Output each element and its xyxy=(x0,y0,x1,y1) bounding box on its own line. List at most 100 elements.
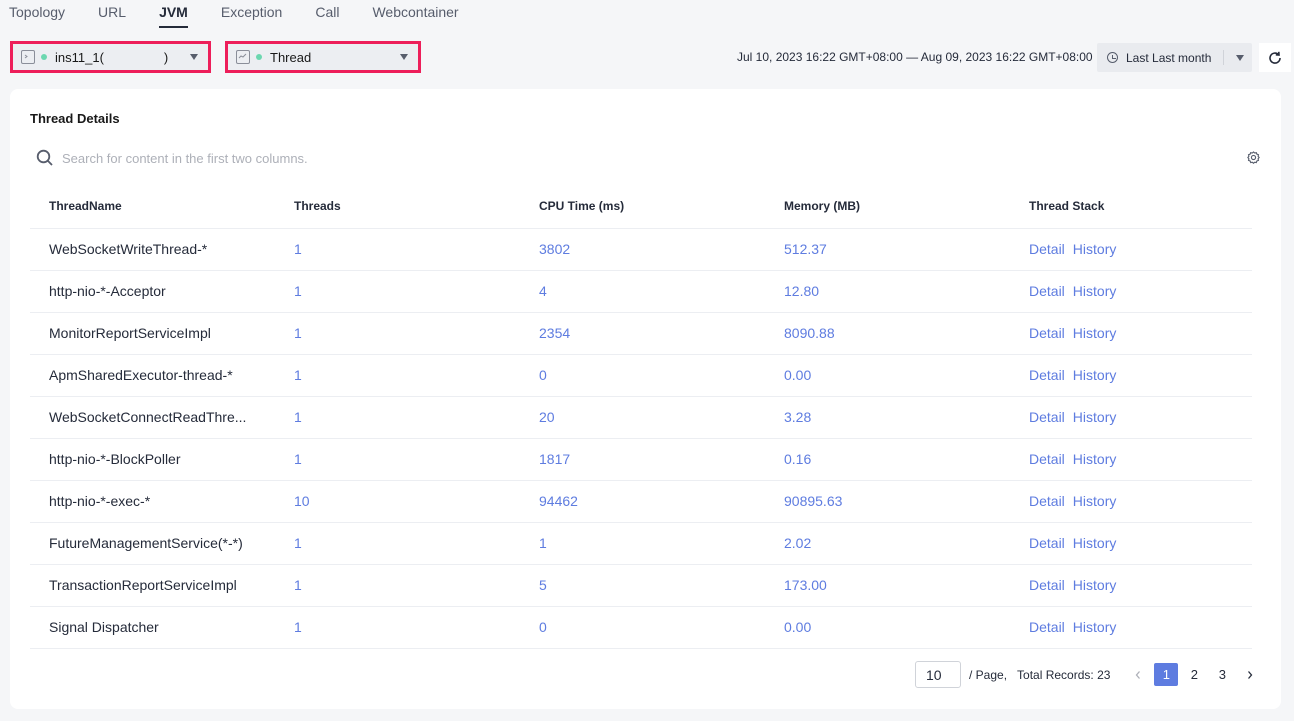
tab-jvm[interactable]: JVM xyxy=(159,0,188,28)
thread-name-cell: Signal Dispatcher xyxy=(30,606,275,649)
table-row: WebSocketConnectReadThre... 1 20 3.28 Detail… xyxy=(30,396,1252,439)
page-size-select[interactable]: 10 xyxy=(915,661,961,688)
per-page-label: / Page, xyxy=(969,667,1008,682)
detail-link[interactable]: Detail xyxy=(1029,367,1065,383)
terminal-icon xyxy=(21,50,35,64)
time-period-select[interactable]: Last Last month xyxy=(1097,43,1252,72)
metric-select[interactable]: Thread xyxy=(225,41,421,73)
cpu-time-cell[interactable]: 1817 xyxy=(520,438,765,481)
history-link[interactable]: History xyxy=(1073,367,1117,383)
threads-cell[interactable]: 1 xyxy=(275,396,520,439)
chevron-right-icon xyxy=(1248,670,1253,679)
page-2-button[interactable]: 2 xyxy=(1182,663,1206,686)
instance-name: ins11_1( xyxy=(55,49,104,65)
cpu-time-cell[interactable]: 5 xyxy=(520,564,765,607)
card-title: Thread Details xyxy=(30,111,120,126)
status-dot xyxy=(41,54,47,60)
tab-webcontainer[interactable]: Webcontainer xyxy=(372,0,458,28)
detail-link[interactable]: Detail xyxy=(1029,535,1065,551)
cpu-time-cell[interactable]: 0 xyxy=(520,606,765,649)
detail-link[interactable]: Detail xyxy=(1029,325,1065,341)
history-link[interactable]: History xyxy=(1073,241,1117,257)
cpu-time-cell[interactable]: 20 xyxy=(520,396,765,439)
tab-topology[interactable]: Topology xyxy=(9,0,65,28)
detail-link[interactable]: Detail xyxy=(1029,619,1065,635)
threads-cell[interactable]: 1 xyxy=(275,312,520,355)
table-row: ApmSharedExecutor-thread-* 1 0 0.00 Detail Hi… xyxy=(30,354,1252,397)
column-header-threadname[interactable]: ThreadName xyxy=(30,185,275,229)
instance-select[interactable]: ins11_1( ) xyxy=(10,41,211,73)
detail-link[interactable]: Detail xyxy=(1029,577,1065,593)
divider xyxy=(1223,50,1225,65)
cpu-time-cell[interactable]: 4 xyxy=(520,270,765,313)
threads-cell[interactable]: 10 xyxy=(275,480,520,523)
thread-table: ThreadName Threads CPU Time (ms) Memory … xyxy=(30,185,1252,649)
search-input[interactable] xyxy=(62,150,562,166)
memory-cell[interactable]: 0.00 xyxy=(765,354,1010,397)
detail-link[interactable]: Detail xyxy=(1029,451,1065,467)
cpu-time-cell[interactable]: 3802 xyxy=(520,228,765,271)
chevron-left-icon xyxy=(1136,670,1141,679)
instance-name-suffix: ) xyxy=(163,49,169,65)
clock-icon xyxy=(1107,52,1118,63)
pagination: 10 / Page, Total Records: 23 1 2 3 xyxy=(915,661,1262,688)
page-3-button[interactable]: 3 xyxy=(1210,663,1234,686)
detail-link[interactable]: Detail xyxy=(1029,241,1065,257)
column-header-threads[interactable]: Threads xyxy=(275,185,520,229)
table-row: WebSocketWriteThread-* 1 3802 512.37 Detail H… xyxy=(30,228,1252,271)
cpu-time-cell[interactable]: 1 xyxy=(520,522,765,565)
history-link[interactable]: History xyxy=(1073,535,1117,551)
threads-cell[interactable]: 1 xyxy=(275,354,520,397)
history-link[interactable]: History xyxy=(1073,283,1117,299)
prev-page-button[interactable] xyxy=(1126,663,1150,686)
memory-cell[interactable]: 0.16 xyxy=(765,438,1010,481)
next-page-button[interactable] xyxy=(1238,663,1262,686)
history-link[interactable]: History xyxy=(1073,577,1117,593)
cpu-time-cell[interactable]: 0 xyxy=(520,354,765,397)
tab-url[interactable]: URL xyxy=(98,0,126,28)
thread-name-cell: WebSocketConnectReadThre... xyxy=(30,396,275,439)
monitor-chart-icon xyxy=(236,50,250,64)
memory-cell[interactable]: 90895.63 xyxy=(765,480,1010,523)
tab-bar: Topology URL JVM Exception Call Webconta… xyxy=(0,0,483,32)
threads-cell[interactable]: 1 xyxy=(275,564,520,607)
threads-cell[interactable]: 1 xyxy=(275,606,520,649)
memory-cell[interactable]: 512.37 xyxy=(765,228,1010,271)
memory-cell[interactable]: 0.00 xyxy=(765,606,1010,649)
page-1-button[interactable]: 1 xyxy=(1154,663,1179,686)
table-row: Signal Dispatcher 1 0 0.00 Detail History xyxy=(30,606,1252,649)
history-link[interactable]: History xyxy=(1073,409,1117,425)
detail-link[interactable]: Detail xyxy=(1029,283,1065,299)
memory-cell[interactable]: 2.02 xyxy=(765,522,1010,565)
threads-cell[interactable]: 1 xyxy=(275,270,520,313)
thread-name-cell: http-nio-*-Acceptor xyxy=(30,270,275,313)
threads-cell[interactable]: 1 xyxy=(275,228,520,271)
column-header-cpu-time[interactable]: CPU Time (ms) xyxy=(520,185,765,229)
table-settings-button[interactable] xyxy=(1246,150,1261,168)
history-link[interactable]: History xyxy=(1073,325,1117,341)
column-header-memory[interactable]: Memory (MB) xyxy=(765,185,1010,229)
thread-stack-cell: Detail History xyxy=(1010,480,1252,523)
tab-exception[interactable]: Exception xyxy=(221,0,282,28)
history-link[interactable]: History xyxy=(1073,493,1117,509)
table-row: MonitorReportServiceImpl 1 2354 8090.88 Deta… xyxy=(30,312,1252,355)
memory-cell[interactable]: 12.80 xyxy=(765,270,1010,313)
thread-stack-cell: Detail History xyxy=(1010,312,1252,355)
threads-cell[interactable]: 1 xyxy=(275,438,520,481)
chevron-down-icon[interactable] xyxy=(1236,54,1245,61)
memory-cell[interactable]: 173.00 xyxy=(765,564,1010,607)
cpu-time-cell[interactable]: 2354 xyxy=(520,312,765,355)
memory-cell[interactable]: 3.28 xyxy=(765,396,1010,439)
memory-cell[interactable]: 8090.88 xyxy=(765,312,1010,355)
tab-call[interactable]: Call xyxy=(315,0,339,28)
table-row: TransactionReportServiceImpl 1 5 173.00 Deta… xyxy=(30,564,1252,607)
refresh-button[interactable] xyxy=(1259,43,1291,72)
threads-cell[interactable]: 1 xyxy=(275,522,520,565)
search-box xyxy=(36,147,636,169)
detail-link[interactable]: Detail xyxy=(1029,409,1065,425)
detail-link[interactable]: Detail xyxy=(1029,493,1065,509)
history-link[interactable]: History xyxy=(1073,451,1117,467)
history-link[interactable]: History xyxy=(1073,619,1117,635)
status-dot xyxy=(256,54,262,60)
cpu-time-cell[interactable]: 94462 xyxy=(520,480,765,523)
